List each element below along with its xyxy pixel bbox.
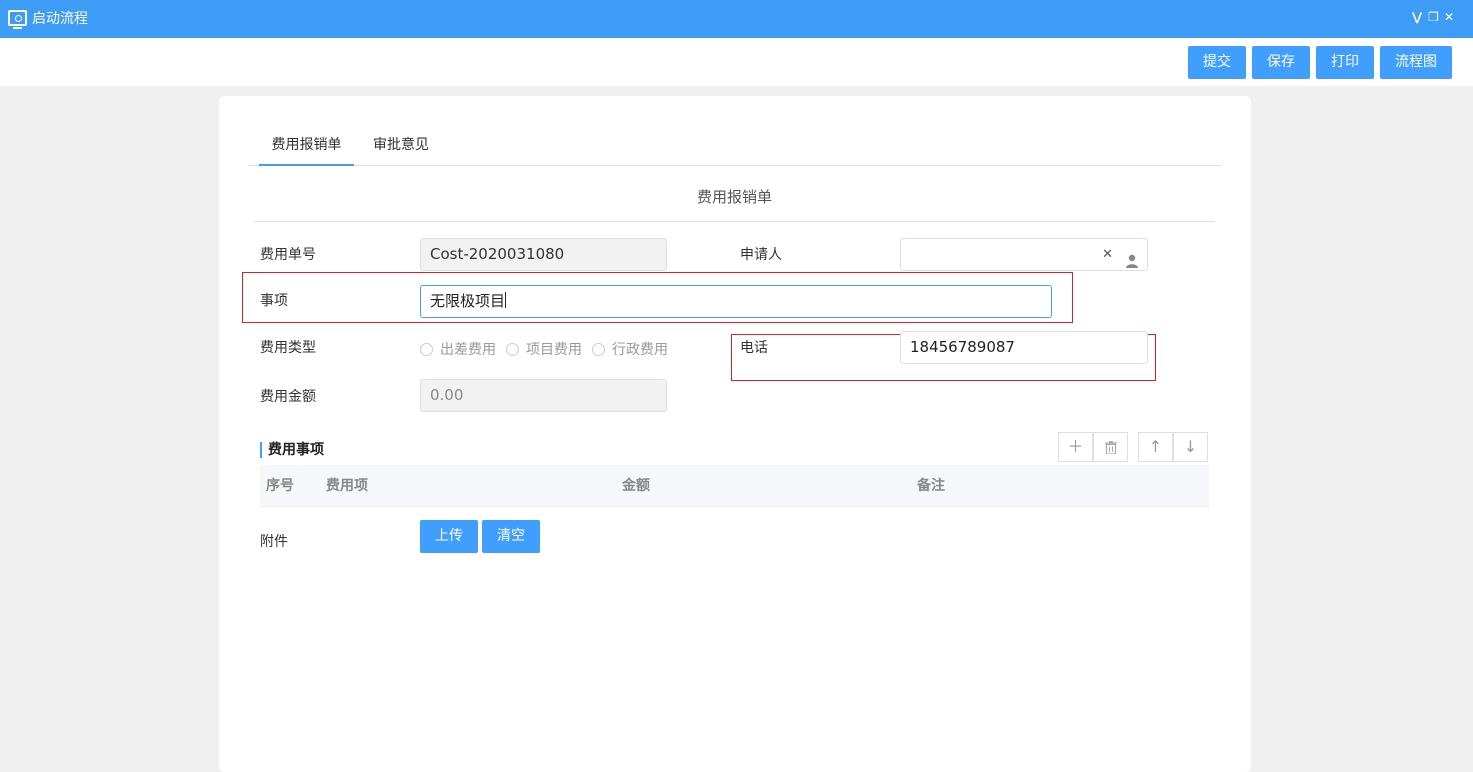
radio-circle bbox=[420, 343, 433, 356]
expense-no-label: 费用单号 bbox=[260, 247, 316, 263]
radio-travel-expense[interactable]: 出差费用 bbox=[420, 341, 496, 359]
tab-bar: 费用报销单 审批意见 bbox=[249, 126, 1221, 166]
tab-approval-opinion[interactable]: 审批意见 bbox=[373, 136, 429, 166]
applicant-label: 申请人 bbox=[740, 247, 782, 263]
radio-label: 项目费用 bbox=[526, 342, 582, 358]
print-button[interactable]: 打印 bbox=[1316, 46, 1374, 79]
submit-button[interactable]: 提交 bbox=[1188, 46, 1246, 79]
items-section-title: 费用事项 bbox=[260, 442, 324, 458]
clear-button[interactable]: 清空 bbox=[482, 520, 540, 553]
radio-admin-expense[interactable]: 行政费用 bbox=[592, 341, 668, 359]
column-header-amount: 金额 bbox=[622, 478, 650, 494]
app-icon bbox=[8, 10, 27, 29]
expense-type-label: 费用类型 bbox=[260, 340, 316, 356]
move-down-icon[interactable]: ↓ bbox=[1173, 432, 1208, 462]
form-card: 费用报销单 审批意见 费用报销单 费用单号 Cost-2020031080 申请… bbox=[219, 96, 1251, 772]
items-table-header: 序号 费用项 金额 备注 bbox=[260, 465, 1209, 507]
applicant-field[interactable]: ✕ bbox=[900, 238, 1148, 271]
column-header-index: 序号 bbox=[266, 478, 294, 494]
attachment-label: 附件 bbox=[260, 534, 288, 550]
tab-expense-form[interactable]: 费用报销单 bbox=[259, 136, 354, 166]
column-header-expense-item: 费用项 bbox=[326, 478, 368, 494]
window-titlebar: 启动流程 ⋁ ❐ ✕ bbox=[0, 0, 1473, 38]
collapse-icon[interactable]: ⋁ bbox=[1412, 9, 1422, 25]
toolbar: 提交 保存 打印 流程图 bbox=[0, 38, 1473, 86]
matter-label: 事项 bbox=[260, 293, 288, 309]
user-icon[interactable] bbox=[1125, 248, 1139, 268]
text-cursor bbox=[505, 292, 507, 308]
radio-project-expense[interactable]: 项目费用 bbox=[506, 341, 582, 359]
amount-field: 0.00 bbox=[420, 379, 667, 412]
phone-label: 电话 bbox=[740, 340, 768, 356]
restore-icon[interactable]: ❐ bbox=[1428, 9, 1439, 25]
delete-row-icon[interactable] bbox=[1093, 432, 1128, 462]
radio-circle bbox=[506, 343, 519, 356]
matter-value: 无限极项目 bbox=[430, 292, 506, 310]
matter-input[interactable]: 无限极项目 bbox=[420, 285, 1052, 318]
clear-icon[interactable]: ✕ bbox=[1102, 239, 1113, 270]
expense-no-field: Cost-2020031080 bbox=[420, 238, 667, 271]
add-row-icon[interactable]: ＋ bbox=[1058, 432, 1093, 462]
close-icon[interactable]: ✕ bbox=[1444, 9, 1454, 25]
move-up-icon[interactable]: ↑ bbox=[1138, 432, 1173, 462]
flowchart-button[interactable]: 流程图 bbox=[1380, 46, 1452, 79]
radio-circle bbox=[592, 343, 605, 356]
upload-button[interactable]: 上传 bbox=[420, 520, 478, 553]
save-button[interactable]: 保存 bbox=[1252, 46, 1310, 79]
radio-label: 出差费用 bbox=[440, 342, 496, 358]
form-title: 费用报销单 bbox=[254, 186, 1215, 222]
radio-label: 行政费用 bbox=[612, 342, 668, 358]
amount-label: 费用金额 bbox=[260, 389, 316, 405]
window-title: 启动流程 bbox=[32, 11, 88, 27]
phone-input[interactable]: 18456789087 bbox=[900, 331, 1148, 364]
column-header-remark: 备注 bbox=[917, 478, 945, 494]
